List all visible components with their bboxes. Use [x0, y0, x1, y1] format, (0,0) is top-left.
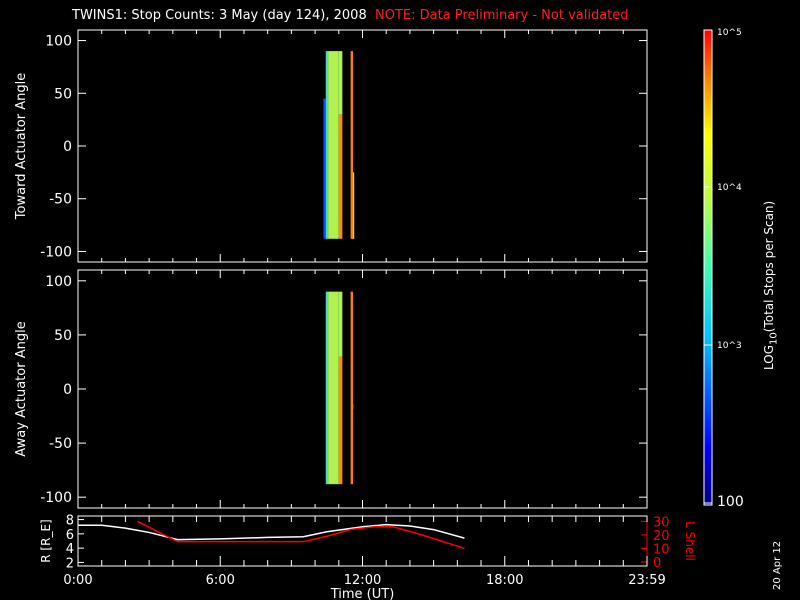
heatmap-band	[350, 51, 354, 239]
heatmap-band	[325, 291, 329, 485]
heatmap-band	[353, 404, 355, 409]
y-tick-label: -100	[40, 244, 72, 260]
colorbar-tick-label: 100	[717, 494, 744, 510]
colorbar-label: LOG10(Total Stops per Scan)	[762, 200, 780, 370]
y-axis-label: Toward Actuator Angle	[14, 73, 29, 220]
x-tick-label: 6:00	[206, 573, 235, 588]
x-axis-label: Time (UT)	[330, 587, 395, 600]
y-tick-label: 100	[45, 34, 72, 50]
series-l-shell	[136, 520, 465, 550]
y-tick-label: 50	[54, 86, 72, 102]
y-tick-label: 8	[66, 514, 74, 529]
colorbar-tick-label: 10^4	[717, 183, 742, 193]
y-tick-label: 50	[54, 328, 72, 344]
y-tick-label: 2	[66, 556, 74, 571]
heatmap-band	[328, 51, 339, 239]
y-tick-label: -50	[49, 192, 72, 208]
x-tick-label: 23:59	[628, 573, 665, 588]
colorbar	[703, 29, 713, 506]
heatmap-band	[338, 51, 343, 115]
panel-frame	[77, 269, 648, 509]
chart: 100 50 0 -50 -100 Toward Actuator Angle 100 50 0…	[14, 29, 713, 600]
series-r	[78, 523, 465, 541]
heatmap-band	[338, 291, 343, 357]
y-tick-label: 4	[66, 542, 74, 557]
y-tick-label: -100	[40, 490, 72, 506]
y-tick-label: 100	[45, 274, 72, 290]
heatmap-band	[325, 51, 329, 239]
y2-tick-label: 0	[653, 556, 661, 571]
y-tick-label: 6	[66, 528, 74, 543]
x-tick-label: 18:00	[486, 573, 523, 588]
date-stamp: 20 Apr 12	[772, 540, 783, 590]
heatmap-band	[350, 291, 354, 485]
y-tick-label: 0	[63, 382, 72, 398]
y-tick-label: 0	[63, 139, 72, 155]
heatmap-band	[338, 356, 343, 485]
colorbar-tick-label: 10^5	[717, 28, 742, 38]
y-axis-label: R [R_E]	[39, 519, 53, 562]
y2-axis-label: L Shell	[683, 521, 697, 561]
heatmap-band	[328, 291, 339, 485]
heatmap-band	[353, 172, 355, 239]
colorbar-tick-label: 10^3	[717, 341, 742, 351]
x-tick-label: 0:00	[63, 573, 92, 588]
y-axis-label: Away Actuator Angle	[14, 321, 29, 456]
panel-frame	[77, 29, 648, 263]
heatmap-band	[323, 98, 326, 239]
x-tick-label: 12:00	[344, 573, 381, 588]
y-tick-label: -50	[49, 436, 72, 452]
heatmap-band	[338, 114, 343, 239]
